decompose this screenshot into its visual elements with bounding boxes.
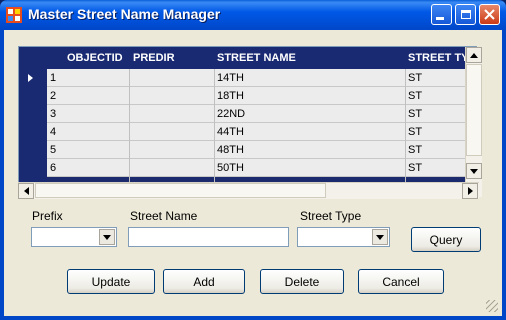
street-data-grid[interactable]: OBJECTID PREDIR STREET NAME STREET TYPE … <box>18 46 477 197</box>
scroll-left-button[interactable] <box>18 183 34 199</box>
grid-rows: 1 14TH ST 2 18TH ST 3 22ND ST 4 44TH ST … <box>47 69 476 177</box>
minimize-button[interactable] <box>431 4 452 25</box>
update-button[interactable]: Update <box>67 269 155 294</box>
dropdown-arrow-icon[interactable] <box>372 229 388 245</box>
grid-header: OBJECTID PREDIR STREET NAME STREET TYPE <box>19 47 476 69</box>
cell-objectid: 6 <box>50 162 57 174</box>
window-border-right <box>502 30 506 320</box>
row-pointer-icon <box>28 74 33 82</box>
title-bar[interactable]: Master Street Name Manager <box>0 0 506 30</box>
delete-button[interactable]: Delete <box>260 269 344 294</box>
table-row[interactable]: 6 50TH ST <box>47 159 476 177</box>
cell-objectid: 5 <box>50 144 57 156</box>
cell-street-name: 14TH <box>217 72 244 84</box>
column-divider <box>405 69 406 196</box>
vertical-scroll-thumb[interactable] <box>466 64 482 156</box>
arrow-left-icon <box>23 187 29 195</box>
window-border-bottom <box>0 316 506 320</box>
maximize-button[interactable] <box>455 4 476 25</box>
cell-street-name: 18TH <box>217 90 244 102</box>
horizontal-scroll-thumb[interactable] <box>35 183 326 198</box>
table-row[interactable]: 4 44TH ST <box>47 123 476 141</box>
app-grid-icon <box>6 7 22 23</box>
table-row[interactable]: 2 18TH ST <box>47 87 476 105</box>
cell-street-type: ST <box>408 126 423 138</box>
maximize-icon <box>460 10 471 19</box>
arrow-right-icon <box>467 187 473 195</box>
street-type-label: Street Type <box>300 209 362 223</box>
scroll-down-button[interactable] <box>466 163 482 179</box>
street-name-label: Street Name <box>130 209 198 223</box>
street-type-dropdown[interactable] <box>297 227 390 247</box>
arrow-down-icon <box>470 168 478 174</box>
cell-objectid: 1 <box>50 72 57 84</box>
cell-objectid: 4 <box>50 126 57 138</box>
prefix-label: Prefix <box>32 209 63 223</box>
column-divider <box>214 69 215 196</box>
row-selector-column[interactable] <box>19 69 47 196</box>
column-header-street-name[interactable]: STREET NAME <box>217 52 296 64</box>
cancel-button[interactable]: Cancel <box>358 269 444 294</box>
client-area: OBJECTID PREDIR STREET NAME STREET TYPE … <box>4 30 502 316</box>
cell-street-name: 50TH <box>217 162 244 174</box>
table-row[interactable]: 3 22ND ST <box>47 105 476 123</box>
cell-objectid: 2 <box>50 90 57 102</box>
cell-street-type: ST <box>408 144 423 156</box>
resize-grip[interactable] <box>486 300 498 312</box>
scroll-up-button[interactable] <box>466 47 482 63</box>
cell-objectid: 3 <box>50 108 57 120</box>
arrow-up-icon <box>470 52 478 58</box>
street-name-input[interactable] <box>128 227 289 247</box>
prefix-dropdown[interactable] <box>31 227 117 247</box>
close-icon <box>484 9 495 20</box>
table-row[interactable]: 1 14TH ST <box>47 69 476 87</box>
cell-street-type: ST <box>408 108 423 120</box>
column-header-objectid[interactable]: OBJECTID <box>67 52 123 64</box>
main-window: Master Street Name Manager OBJECTID PRED… <box>0 0 506 320</box>
table-row[interactable]: 5 48TH ST <box>47 141 476 159</box>
column-header-predir[interactable]: PREDIR <box>133 52 175 64</box>
query-button[interactable]: Query <box>411 227 481 252</box>
cell-street-type: ST <box>408 72 423 84</box>
cell-street-type: ST <box>408 90 423 102</box>
scroll-right-button[interactable] <box>462 183 478 199</box>
column-divider <box>129 69 130 196</box>
cell-street-type: ST <box>408 162 423 174</box>
dropdown-arrow-icon[interactable] <box>99 229 115 245</box>
cell-street-name: 22ND <box>217 108 246 120</box>
close-button[interactable] <box>479 4 500 25</box>
minimize-icon <box>436 17 444 20</box>
add-button[interactable]: Add <box>163 269 245 294</box>
cell-street-name: 44TH <box>217 126 244 138</box>
cell-street-name: 48TH <box>217 144 244 156</box>
window-title: Master Street Name Manager <box>28 6 221 22</box>
